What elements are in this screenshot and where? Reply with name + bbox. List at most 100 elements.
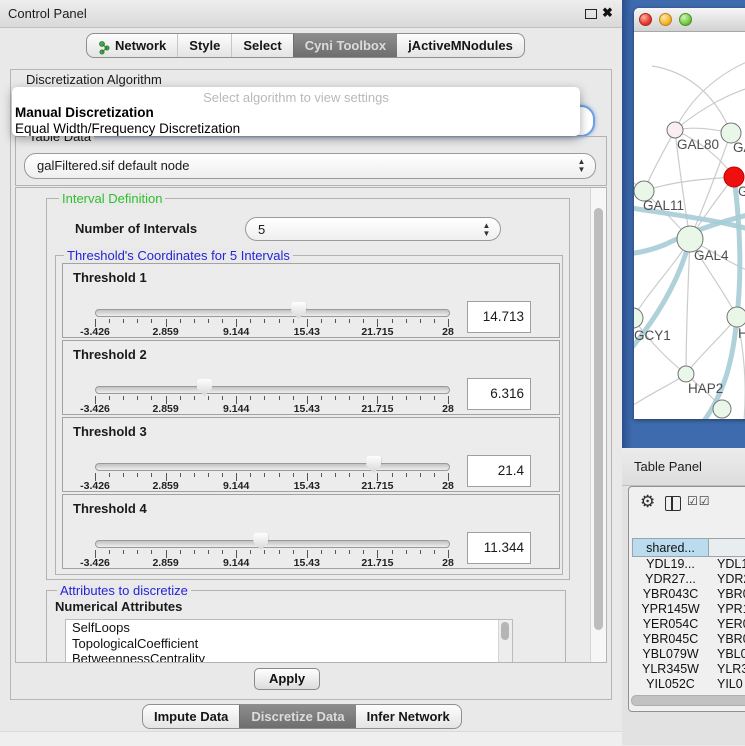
interval-definition-group: Interval Definition Number of Intervals … [46,198,570,580]
tick [434,550,435,554]
network-edge[interactable] [652,66,731,133]
cell-shared-name: YDR27... [632,572,709,587]
network-node-label: GAL11 [643,198,684,213]
tab-style[interactable]: Style [177,34,231,57]
threshold-slider-track[interactable] [95,386,450,394]
threshold-value-input[interactable]: 21.4 [467,455,531,487]
columns-icon[interactable] [665,496,681,511]
column-header-shared[interactable]: shared... [632,538,709,557]
tick [123,550,124,554]
tab-jactivemnodules[interactable]: jActiveMNodules [397,34,524,57]
tick [321,396,322,400]
float-window-icon[interactable] [585,9,597,19]
thresholds-group-label: Threshold's Coordinates for 5 Intervals [64,248,293,263]
minimize-traffic-light-icon[interactable] [659,13,672,26]
list-item[interactable]: BetweennessCentrality [66,651,512,663]
tick [208,550,209,554]
tick [363,473,364,477]
table-row[interactable]: YLR345WYLR3 [632,662,745,677]
tab-impute-data[interactable]: Impute Data [143,705,239,728]
threshold-value-input[interactable]: 6.316 [467,378,531,410]
tab-label: jActiveMNodules [408,34,513,57]
network-node-label: GAL4 [694,248,729,263]
tab-label: Network [115,34,166,57]
threshold-value-input[interactable]: 11.344 [467,532,531,564]
threshold-slider-track[interactable] [95,463,450,471]
table-row[interactable]: YPR145WYPR1 [632,602,745,617]
network-edge-thick[interactable] [634,239,690,363]
network-node[interactable] [713,400,731,418]
combo-spinner-icon: ▲▼ [577,158,586,174]
tick [250,550,251,554]
threshold-box: Threshold 2-3.4262.8599.14415.4321.71528… [62,340,560,415]
tick [363,319,364,323]
settings-scroll-panel: Interval Definition Number of Intervals … [15,187,607,663]
tab-cyni-toolbox[interactable]: Cyni Toolbox [293,34,397,57]
algorithm-option-manual[interactable]: Manual Discretization [15,105,154,120]
list-item[interactable]: TopologicalCoefficient [66,636,512,652]
network-window: GAL80GAGGAL11GAL4GCY1HHAP2 [634,8,745,419]
network-edge[interactable] [634,318,686,374]
numerical-attributes-list[interactable]: SelfLoopsTopologicalCoefficientBetweenne… [65,619,513,663]
number-of-intervals-combobox[interactable]: 5 ▲▼ [245,217,501,241]
close-traffic-light-icon[interactable] [639,13,652,26]
network-node[interactable] [727,307,745,327]
table-panel-body: ⚙ ☑☑ shared... na YDL19...YDL1YDR27...YD… [628,486,745,712]
tab-select[interactable]: Select [231,34,292,57]
network-node[interactable] [634,308,643,328]
algorithm-group-label: Discretization Algorithm [23,72,165,87]
list-scrollbar[interactable] [498,620,512,663]
table-row[interactable]: YIL052CYIL0 [632,677,745,692]
network-edge[interactable] [675,61,745,130]
zoom-traffic-light-icon[interactable] [679,13,692,26]
tick [222,319,223,323]
tick [264,550,265,554]
tab-discretize-data[interactable]: Discretize Data [239,705,355,728]
network-edge[interactable] [644,177,734,191]
tab-infer-network[interactable]: Infer Network [356,705,461,728]
tab-network[interactable]: Network [87,34,177,57]
column-header-name[interactable]: na [708,538,745,557]
tick [208,473,209,477]
control-panel-title: Control Panel [8,6,87,21]
tick [335,550,336,554]
list-item[interactable]: SelfLoops [66,620,512,636]
table-row[interactable]: YDR27...YDR2 [632,572,745,587]
network-node[interactable] [667,122,683,138]
threshold-value-input[interactable]: 14.713 [467,301,531,333]
table-row[interactable]: YBR043CYBR0 [632,587,745,602]
network-edge[interactable] [634,374,686,411]
network-canvas[interactable]: GAL80GAGGAL11GAL4GCY1HHAP2 [634,31,745,419]
table-row[interactable]: YDL19...YDL1 [632,557,745,572]
network-node-label: GAL80 [677,137,719,152]
table-row[interactable]: YBL079WYBL0 [632,647,745,662]
tick [123,473,124,477]
tick [335,396,336,400]
tick [264,473,265,477]
status-strip [0,731,622,746]
apply-button[interactable]: Apply [254,668,320,690]
table-hscrollbar[interactable] [631,695,745,706]
table-row[interactable]: YER054CYER0 [632,617,745,632]
table-panel-header: Table Panel [622,448,745,486]
tick [137,473,138,477]
algorithm-option-equal-width[interactable]: Equal Width/Frequency Discretization [15,121,240,136]
checkbox-icons[interactable]: ☑☑ [687,494,711,508]
tick [264,319,265,323]
network-node[interactable] [678,366,694,382]
cell-shared-name: YPR145W [632,602,709,617]
number-of-intervals-value: 5 [258,222,265,237]
threshold-slider-track[interactable] [95,540,450,548]
threshold-slider-track[interactable] [95,309,450,317]
algorithm-placeholder-option[interactable]: Select algorithm to view settings [12,90,580,105]
network-edge[interactable] [686,239,690,374]
tick-label: 21.715 [361,403,393,415]
gear-icon[interactable]: ⚙ [640,492,655,512]
close-icon[interactable]: ✖ [602,5,613,21]
panel-scrollbar[interactable] [590,188,606,662]
table-data-combobox[interactable]: galFiltered.sif default node ▲▼ [24,153,596,179]
tick [363,550,364,554]
tick-label: 2.859 [152,557,178,569]
table-row[interactable]: YBR045CYBR0 [632,632,745,647]
tick [222,396,223,400]
